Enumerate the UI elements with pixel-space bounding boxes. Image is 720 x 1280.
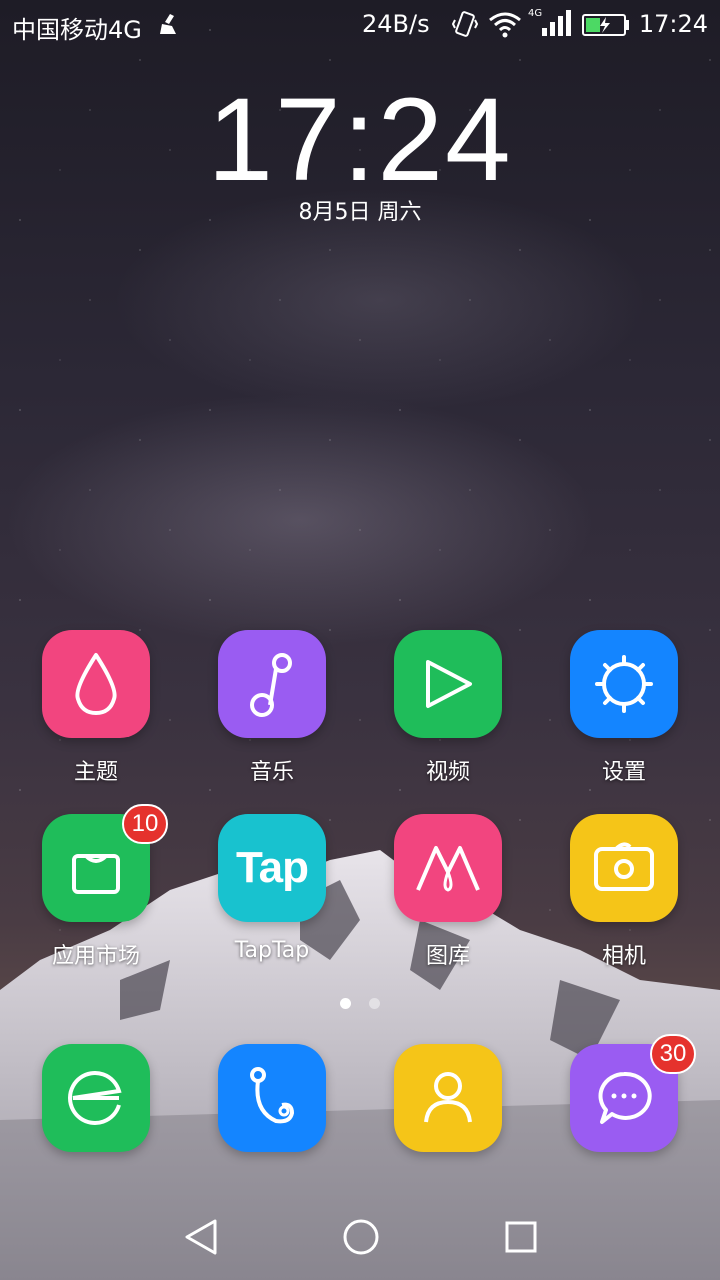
signal-4g-label: 4G xyxy=(528,8,542,19)
app-label: 设置 xyxy=(601,760,646,785)
theme-icon xyxy=(42,630,150,738)
status-time: 17:24 xyxy=(638,10,708,38)
app-label: TapTap xyxy=(234,938,310,963)
home-button[interactable] xyxy=(336,1212,386,1262)
cleaner-icon xyxy=(156,12,180,40)
back-icon xyxy=(185,1219,217,1255)
app-market-icon: 10 xyxy=(42,804,168,922)
page-dot-current xyxy=(340,998,351,1009)
recents-icon xyxy=(505,1221,537,1253)
app-label: 图库 xyxy=(425,944,470,969)
notification-badge: 30 xyxy=(650,1034,696,1074)
vibrate-icon xyxy=(451,10,479,42)
dock-phone[interactable] xyxy=(202,1044,342,1152)
camera-icon xyxy=(570,814,678,922)
dock-browser[interactable] xyxy=(26,1044,166,1152)
browser-icon xyxy=(42,1044,150,1152)
app-label: 音乐 xyxy=(249,760,294,785)
music-icon xyxy=(218,630,326,738)
clock-widget-time[interactable]: 17:24 xyxy=(0,72,720,208)
status-bar: 中国移动4G 24B/s 4G 17:24 xyxy=(0,0,720,50)
taptap-icon: Tap xyxy=(218,814,326,922)
app-video[interactable]: 视频 xyxy=(378,630,518,786)
recents-button[interactable] xyxy=(496,1212,546,1262)
network-speed: 24B/s xyxy=(362,10,430,38)
navigation-bar xyxy=(0,1190,720,1280)
back-button[interactable] xyxy=(176,1212,226,1262)
clock-widget-date[interactable]: 8月5日 周六 xyxy=(0,194,720,226)
page-dot xyxy=(369,998,380,1009)
dock-messages[interactable]: 30 xyxy=(554,1034,696,1152)
battery-charging-icon xyxy=(582,14,630,40)
app-label: 应用市场 xyxy=(51,944,140,969)
taptap-logo-text: Tap xyxy=(236,843,309,892)
app-gallery[interactable]: 图库 xyxy=(378,814,518,970)
app-taptap[interactable]: Tap TapTap xyxy=(202,814,342,963)
app-market[interactable]: 10 应用市场 xyxy=(26,804,168,970)
carrier-name: 中国移动4G xyxy=(12,16,142,44)
signal-4g-icon: 4G xyxy=(528,6,572,44)
video-icon xyxy=(394,630,502,738)
app-label: 视频 xyxy=(425,760,470,785)
contacts-icon xyxy=(394,1044,502,1152)
app-theme[interactable]: 主题 xyxy=(26,630,166,786)
gallery-icon xyxy=(394,814,502,922)
messages-icon: 30 xyxy=(570,1034,696,1152)
settings-icon xyxy=(570,630,678,738)
app-label: 相机 xyxy=(601,944,646,969)
home-icon xyxy=(343,1219,379,1255)
app-settings[interactable]: 设置 xyxy=(554,630,694,786)
app-music[interactable]: 音乐 xyxy=(202,630,342,786)
notification-badge: 10 xyxy=(122,804,168,844)
app-camera[interactable]: 相机 xyxy=(554,814,694,970)
phone-icon xyxy=(218,1044,326,1152)
page-indicator xyxy=(0,998,720,1009)
dock-contacts[interactable] xyxy=(378,1044,518,1152)
wifi-icon xyxy=(488,10,522,42)
app-label: 主题 xyxy=(73,760,118,785)
